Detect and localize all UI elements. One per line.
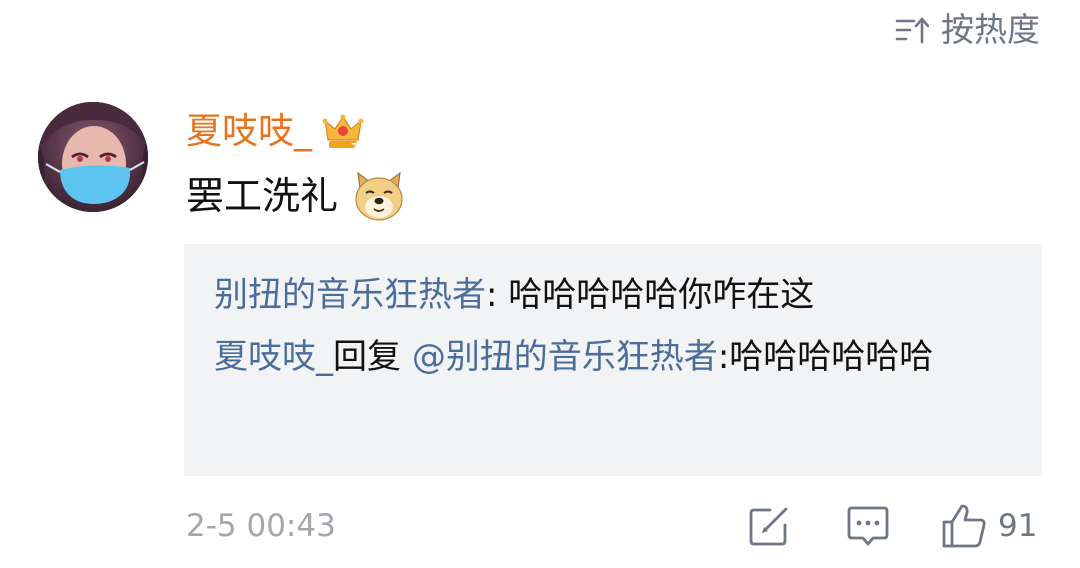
comment-header: 夏吱吱_ 7: [186, 106, 366, 158]
reply-text: 哈哈哈哈哈你咋在这: [508, 275, 815, 315]
reply-item[interactable]: 夏吱吱_回复 @别扭的音乐狂热者:哈哈哈哈哈哈: [214, 328, 1004, 386]
thumbs-up-icon: [942, 504, 986, 548]
sort-label: 按热度: [941, 10, 1040, 49]
comment-body: 罢工洗礼: [186, 168, 406, 224]
doge-emoji-icon: [355, 171, 403, 221]
comment-icon: [847, 506, 889, 546]
reply-separator: :: [486, 275, 509, 315]
reply-item[interactable]: 别扭的音乐狂热者: 哈哈哈哈哈你咋在这: [214, 264, 1012, 326]
reply-word: 回复: [333, 337, 401, 377]
crown-icon: 7: [322, 114, 364, 154]
reply-author[interactable]: 别扭的音乐狂热者: [214, 275, 486, 315]
reply-author[interactable]: 夏吱吱_: [214, 337, 333, 377]
reply-button[interactable]: [845, 502, 891, 550]
comment-text: 罢工洗礼: [186, 174, 339, 218]
svg-text:7: 7: [351, 141, 359, 154]
timestamp: 2-5 00:43: [186, 508, 336, 544]
avatar[interactable]: [38, 102, 148, 212]
comment-page: 按热度 夏吱吱_ 7 罢工洗礼 别扭的音乐狂热者: 哈哈哈哈哈你咋在这 夏吱吱_…: [0, 0, 1080, 568]
sort-icon: [895, 17, 929, 44]
like-count: 91: [998, 508, 1038, 544]
reply-text: 哈哈哈哈哈哈: [729, 337, 934, 377]
share-icon: [749, 507, 788, 546]
username[interactable]: 夏吱吱_: [186, 106, 312, 158]
reply-mention[interactable]: @别扭的音乐狂热者: [412, 337, 718, 377]
like-button[interactable]: 91: [940, 502, 1037, 550]
share-button[interactable]: [746, 502, 792, 550]
sort-by-hot-button[interactable]: 按热度: [895, 8, 1040, 52]
reply-thread: 别扭的音乐狂热者: 哈哈哈哈哈你咋在这 夏吱吱_回复 @别扭的音乐狂热者:哈哈哈…: [184, 244, 1042, 476]
reply-separator: :: [717, 337, 730, 377]
avatar-image: [38, 102, 148, 212]
